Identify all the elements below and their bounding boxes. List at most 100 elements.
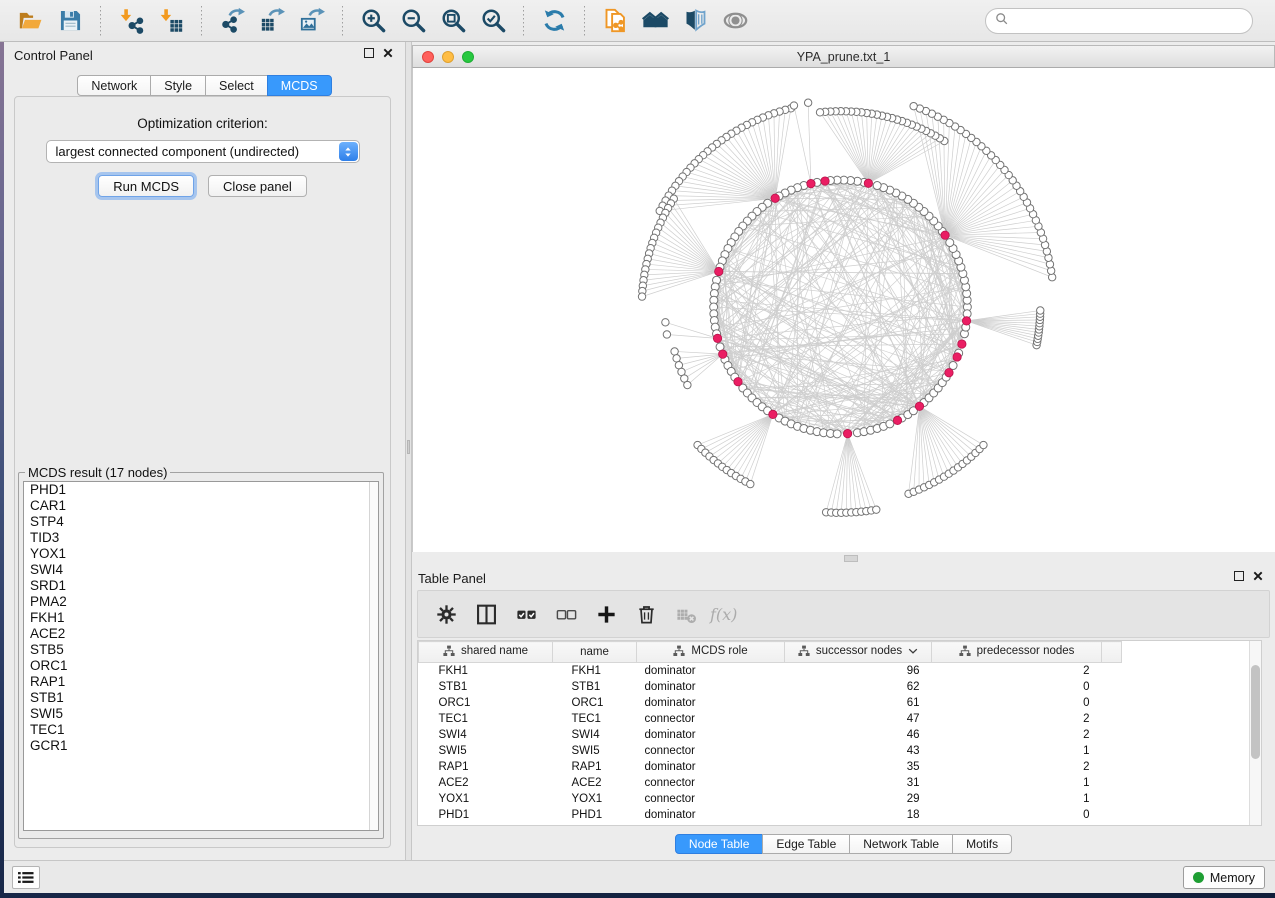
table-row[interactable]: ORC1ORC1dominator610 bbox=[419, 695, 1122, 711]
mcds-result-list: PHD1CAR1STP4TID3YOX1SWI4SRD1PMA2FKH1ACE2… bbox=[23, 481, 379, 831]
column-header-predecessor-nodes[interactable]: predecessor nodes bbox=[932, 642, 1102, 663]
mcds-result-item[interactable]: FKH1 bbox=[24, 610, 378, 626]
mcds-result-item[interactable]: PHD1 bbox=[24, 482, 378, 498]
table-row[interactable]: RAP1RAP1dominator352 bbox=[419, 759, 1122, 775]
mcds-result-item[interactable]: STB5 bbox=[24, 642, 378, 658]
cell-shared-name: FKH1 bbox=[419, 663, 553, 679]
network-window-titlebar[interactable]: YPA_prune.txt_1 bbox=[412, 45, 1275, 68]
table-row[interactable]: STB1STB1dominator620 bbox=[419, 679, 1122, 695]
run-mcds-button[interactable]: Run MCDS bbox=[98, 175, 194, 197]
close-panel-button[interactable]: Close panel bbox=[208, 175, 307, 197]
table-row[interactable]: YOX1YOX1connector291 bbox=[419, 791, 1122, 807]
export-table-icon[interactable] bbox=[255, 5, 289, 37]
show-graphics-icon[interactable] bbox=[718, 5, 752, 37]
mcds-result-item[interactable]: SWI4 bbox=[24, 562, 378, 578]
network-homes-icon[interactable] bbox=[638, 5, 672, 37]
column-header-shared-name[interactable]: shared name bbox=[419, 642, 553, 663]
tab-motifs[interactable]: Motifs bbox=[952, 834, 1012, 854]
table-row[interactable]: FKH1FKH1dominator962 bbox=[419, 663, 1122, 679]
tab-mcds[interactable]: MCDS bbox=[267, 75, 332, 96]
save-session-icon[interactable] bbox=[53, 5, 87, 37]
column-header-mcds-role[interactable]: MCDS role bbox=[637, 642, 785, 663]
deselect-all-checks-icon[interactable] bbox=[548, 596, 584, 632]
column-layout-icon[interactable] bbox=[468, 596, 504, 632]
float-panel-icon[interactable] bbox=[364, 48, 374, 58]
table-row[interactable]: PHD1PHD1dominator180 bbox=[419, 807, 1122, 823]
tab-network[interactable]: Network bbox=[77, 75, 151, 96]
delete-row-icon[interactable] bbox=[628, 596, 664, 632]
table-scrollbar-thumb[interactable] bbox=[1251, 665, 1260, 759]
mcds-result-item[interactable]: SWI5 bbox=[24, 706, 378, 722]
hide-graphics-details-icon[interactable] bbox=[678, 5, 712, 37]
select-all-checks-icon[interactable] bbox=[508, 596, 544, 632]
table-row[interactable]: SWI4SWI4dominator462 bbox=[419, 727, 1122, 743]
zoom-fit-icon[interactable] bbox=[436, 5, 470, 37]
mcds-result-item[interactable]: TEC1 bbox=[24, 722, 378, 738]
control-panel: Control Panel NetworkStyleSelectMCDS Opt… bbox=[4, 42, 405, 860]
table-row[interactable]: TEC1TEC1connector472 bbox=[419, 711, 1122, 727]
criterion-dropdown[interactable]: largest connected component (undirected) bbox=[46, 140, 360, 163]
export-network-icon[interactable] bbox=[215, 5, 249, 37]
import-table-icon[interactable] bbox=[154, 5, 188, 37]
cell-shared-name: ORC1 bbox=[419, 695, 553, 711]
cell-filler bbox=[1102, 727, 1122, 743]
open-session-icon[interactable] bbox=[13, 5, 47, 37]
table-settings-gear-icon[interactable] bbox=[428, 596, 464, 632]
cell-name: TEC1 bbox=[553, 711, 637, 727]
tab-select[interactable]: Select bbox=[205, 75, 268, 96]
splitter-grip[interactable] bbox=[407, 440, 410, 454]
tab-node-table[interactable]: Node Table bbox=[675, 834, 764, 854]
mcds-result-item[interactable]: PMA2 bbox=[24, 594, 378, 610]
clone-network-icon[interactable] bbox=[598, 5, 632, 37]
panel-selector-button[interactable] bbox=[12, 866, 40, 889]
table-row[interactable]: SWI5SWI5connector431 bbox=[419, 743, 1122, 759]
cell-successor-nodes: 47 bbox=[785, 711, 932, 727]
tab-network-table[interactable]: Network Table bbox=[849, 834, 953, 854]
table-scrollbar[interactable] bbox=[1249, 641, 1261, 825]
cell-shared-name: YOX1 bbox=[419, 791, 553, 807]
zoom-in-icon[interactable] bbox=[356, 5, 390, 37]
control-panel-title: Control Panel bbox=[14, 48, 93, 63]
tab-edge-table[interactable]: Edge Table bbox=[762, 834, 850, 854]
column-header-successor-nodes[interactable]: successor nodes bbox=[785, 642, 932, 663]
mcds-result-item[interactable]: TID3 bbox=[24, 530, 378, 546]
search-box[interactable] bbox=[985, 8, 1253, 34]
mcds-result-item[interactable]: STB1 bbox=[24, 690, 378, 706]
zoom-selected-icon[interactable] bbox=[476, 5, 510, 37]
add-row-icon[interactable] bbox=[588, 596, 624, 632]
import-network-icon[interactable] bbox=[114, 5, 148, 37]
mcds-result-item[interactable]: STP4 bbox=[24, 514, 378, 530]
export-image-icon[interactable] bbox=[295, 5, 329, 37]
tab-style[interactable]: Style bbox=[150, 75, 206, 96]
mcds-result-item[interactable]: CAR1 bbox=[24, 498, 378, 514]
optimization-criterion-label: Optimization criterion: bbox=[15, 116, 390, 131]
cell-filler bbox=[1102, 775, 1122, 791]
vertical-splitter[interactable] bbox=[405, 42, 412, 860]
horizontal-splitter[interactable] bbox=[412, 552, 1275, 565]
search-input[interactable] bbox=[1015, 14, 1243, 28]
mcds-result-item[interactable]: GCR1 bbox=[24, 738, 378, 754]
memory-button[interactable]: Memory bbox=[1183, 866, 1265, 889]
mcds-result-item[interactable]: SRD1 bbox=[24, 578, 378, 594]
close-panel-icon[interactable] bbox=[383, 48, 393, 58]
cell-predecessor-nodes: 2 bbox=[932, 663, 1102, 679]
cell-shared-name: TEC1 bbox=[419, 711, 553, 727]
float-panel-icon[interactable] bbox=[1234, 571, 1244, 581]
mcds-result-item[interactable]: YOX1 bbox=[24, 546, 378, 562]
splitter-grip[interactable] bbox=[844, 555, 858, 562]
network-canvas[interactable] bbox=[412, 68, 1275, 552]
network-graph[interactable] bbox=[413, 68, 1275, 552]
mcds-result-item[interactable]: ORC1 bbox=[24, 658, 378, 674]
toolbar-icon-strip bbox=[10, 5, 755, 37]
zoom-out-icon[interactable] bbox=[396, 5, 430, 37]
delete-table-icon bbox=[668, 596, 704, 632]
close-panel-icon[interactable] bbox=[1253, 571, 1263, 581]
cell-mcds-role: dominator bbox=[637, 759, 785, 775]
mcds-list-scrollbar[interactable] bbox=[369, 482, 378, 830]
column-header-name[interactable]: name bbox=[553, 642, 637, 663]
cell-name: SWI4 bbox=[553, 727, 637, 743]
refresh-layout-icon[interactable] bbox=[537, 5, 571, 37]
mcds-result-item[interactable]: ACE2 bbox=[24, 626, 378, 642]
table-row[interactable]: ACE2ACE2connector311 bbox=[419, 775, 1122, 791]
mcds-result-item[interactable]: RAP1 bbox=[24, 674, 378, 690]
